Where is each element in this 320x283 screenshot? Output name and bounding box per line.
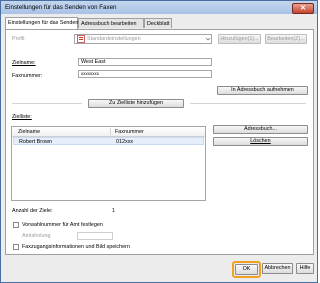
tab-label: Einstellungen für das Senden — [8, 20, 79, 26]
profile-select-value: Standardeinstellungen — [87, 36, 141, 42]
column-divider — [110, 128, 111, 135]
profile-icon — [77, 35, 85, 43]
tab-label: Adressbuch bearbeiten — [81, 21, 137, 27]
tab-edit-addressbook[interactable]: Adressbuch bearbeiten — [78, 18, 144, 28]
recipient-name-value: West East — [81, 59, 106, 65]
prefix-checkbox[interactable] — [13, 222, 19, 228]
row-name: Robert Brown — [19, 139, 52, 145]
addressbook-button-label: Adressbuch... — [244, 126, 277, 132]
save-info-checkbox[interactable] — [13, 244, 19, 250]
delete-button[interactable]: Löschen — [213, 137, 308, 146]
tab-cover-page[interactable]: Deckblatt — [144, 18, 172, 28]
column-header-name[interactable]: Zielname — [18, 129, 40, 135]
count-value: 1 — [112, 208, 115, 214]
add-to-target-list-button[interactable]: Zu Zielliste hinzufügen — [88, 99, 184, 108]
target-list-label: Zielliste: — [12, 114, 32, 120]
table-row[interactable]: Robert Brown 012xxx — [13, 137, 204, 145]
fax-number-field[interactable]: xxxxxxxx — [78, 70, 212, 78]
tab-label: Deckblatt — [147, 21, 170, 27]
close-button[interactable]: ✕ — [292, 3, 314, 14]
fax-number-value: xxxxxxxx — [81, 71, 99, 76]
separator-left — [12, 103, 82, 104]
recipient-name-field[interactable]: West East — [78, 58, 212, 66]
profile-edit-button[interactable]: Bearbeiten(Z)... — [265, 34, 307, 44]
row-fax: 012xxx — [116, 139, 134, 145]
profile-add-label: Hinzufügen(1)... — [220, 36, 259, 42]
prefix-field[interactable] — [77, 232, 113, 240]
target-list[interactable]: Zielname Faxnummer Robert Brown 012xxx — [11, 126, 206, 201]
chevron-down-icon — [206, 37, 210, 41]
title-bar: Einstellungen für das Senden von Faxen ✕ — [1, 1, 317, 14]
window-title: Einstellungen für das Senden von Faxen — [5, 4, 117, 11]
hilfe-label-real: Hilfe — [299, 265, 311, 271]
addressbook-button[interactable]: Adressbuch... — [213, 125, 308, 134]
delete-button-label: Löschen — [250, 138, 271, 144]
fax-number-label: Faxnummer: — [12, 73, 43, 79]
abbrechen-button[interactable]: Abbrechen — [262, 263, 293, 274]
ok-label: OK — [242, 266, 251, 272]
profile-label: Profil: — [12, 36, 26, 42]
separator-right — [190, 103, 306, 104]
ok-button[interactable]: OK — [235, 264, 258, 275]
save-info-label: Faxzugangsinformationen und Bild speiche… — [22, 244, 130, 250]
prefix-label: Vorwahlnummer für Amt festlegen — [22, 222, 103, 228]
column-header-fax[interactable]: Faxnummer — [115, 129, 144, 135]
count-label: Anzahl der Ziele: — [12, 208, 53, 214]
add-to-target-list-label: Zu Zielliste hinzufügen — [109, 100, 163, 106]
close-icon: ✕ — [300, 5, 306, 12]
target-list-header: Zielname Faxnummer — [12, 127, 205, 137]
recipient-name-label: Zielname: — [12, 60, 36, 66]
profile-edit-label: Bearbeiten(Z)... — [267, 36, 305, 42]
profile-select[interactable]: Standardeinstellungen — [74, 34, 212, 44]
tab-send-settings[interactable]: Einstellungen für das Senden — [5, 17, 78, 29]
abbrechen-label: Abbrechen — [264, 265, 291, 271]
add-to-addressbook-label: In Adressbuch aufnehmen — [231, 87, 294, 93]
hilfe-button-real[interactable]: Hilfe — [296, 263, 314, 274]
profile-add-button[interactable]: Hinzufügen(1)... — [218, 34, 261, 44]
prefix-sublabel: Amtsholung — [22, 233, 51, 239]
dialog-window: Einstellungen für das Senden von Faxen ✕… — [0, 0, 318, 283]
add-to-addressbook-button[interactable]: In Adressbuch aufnehmen — [217, 86, 308, 95]
